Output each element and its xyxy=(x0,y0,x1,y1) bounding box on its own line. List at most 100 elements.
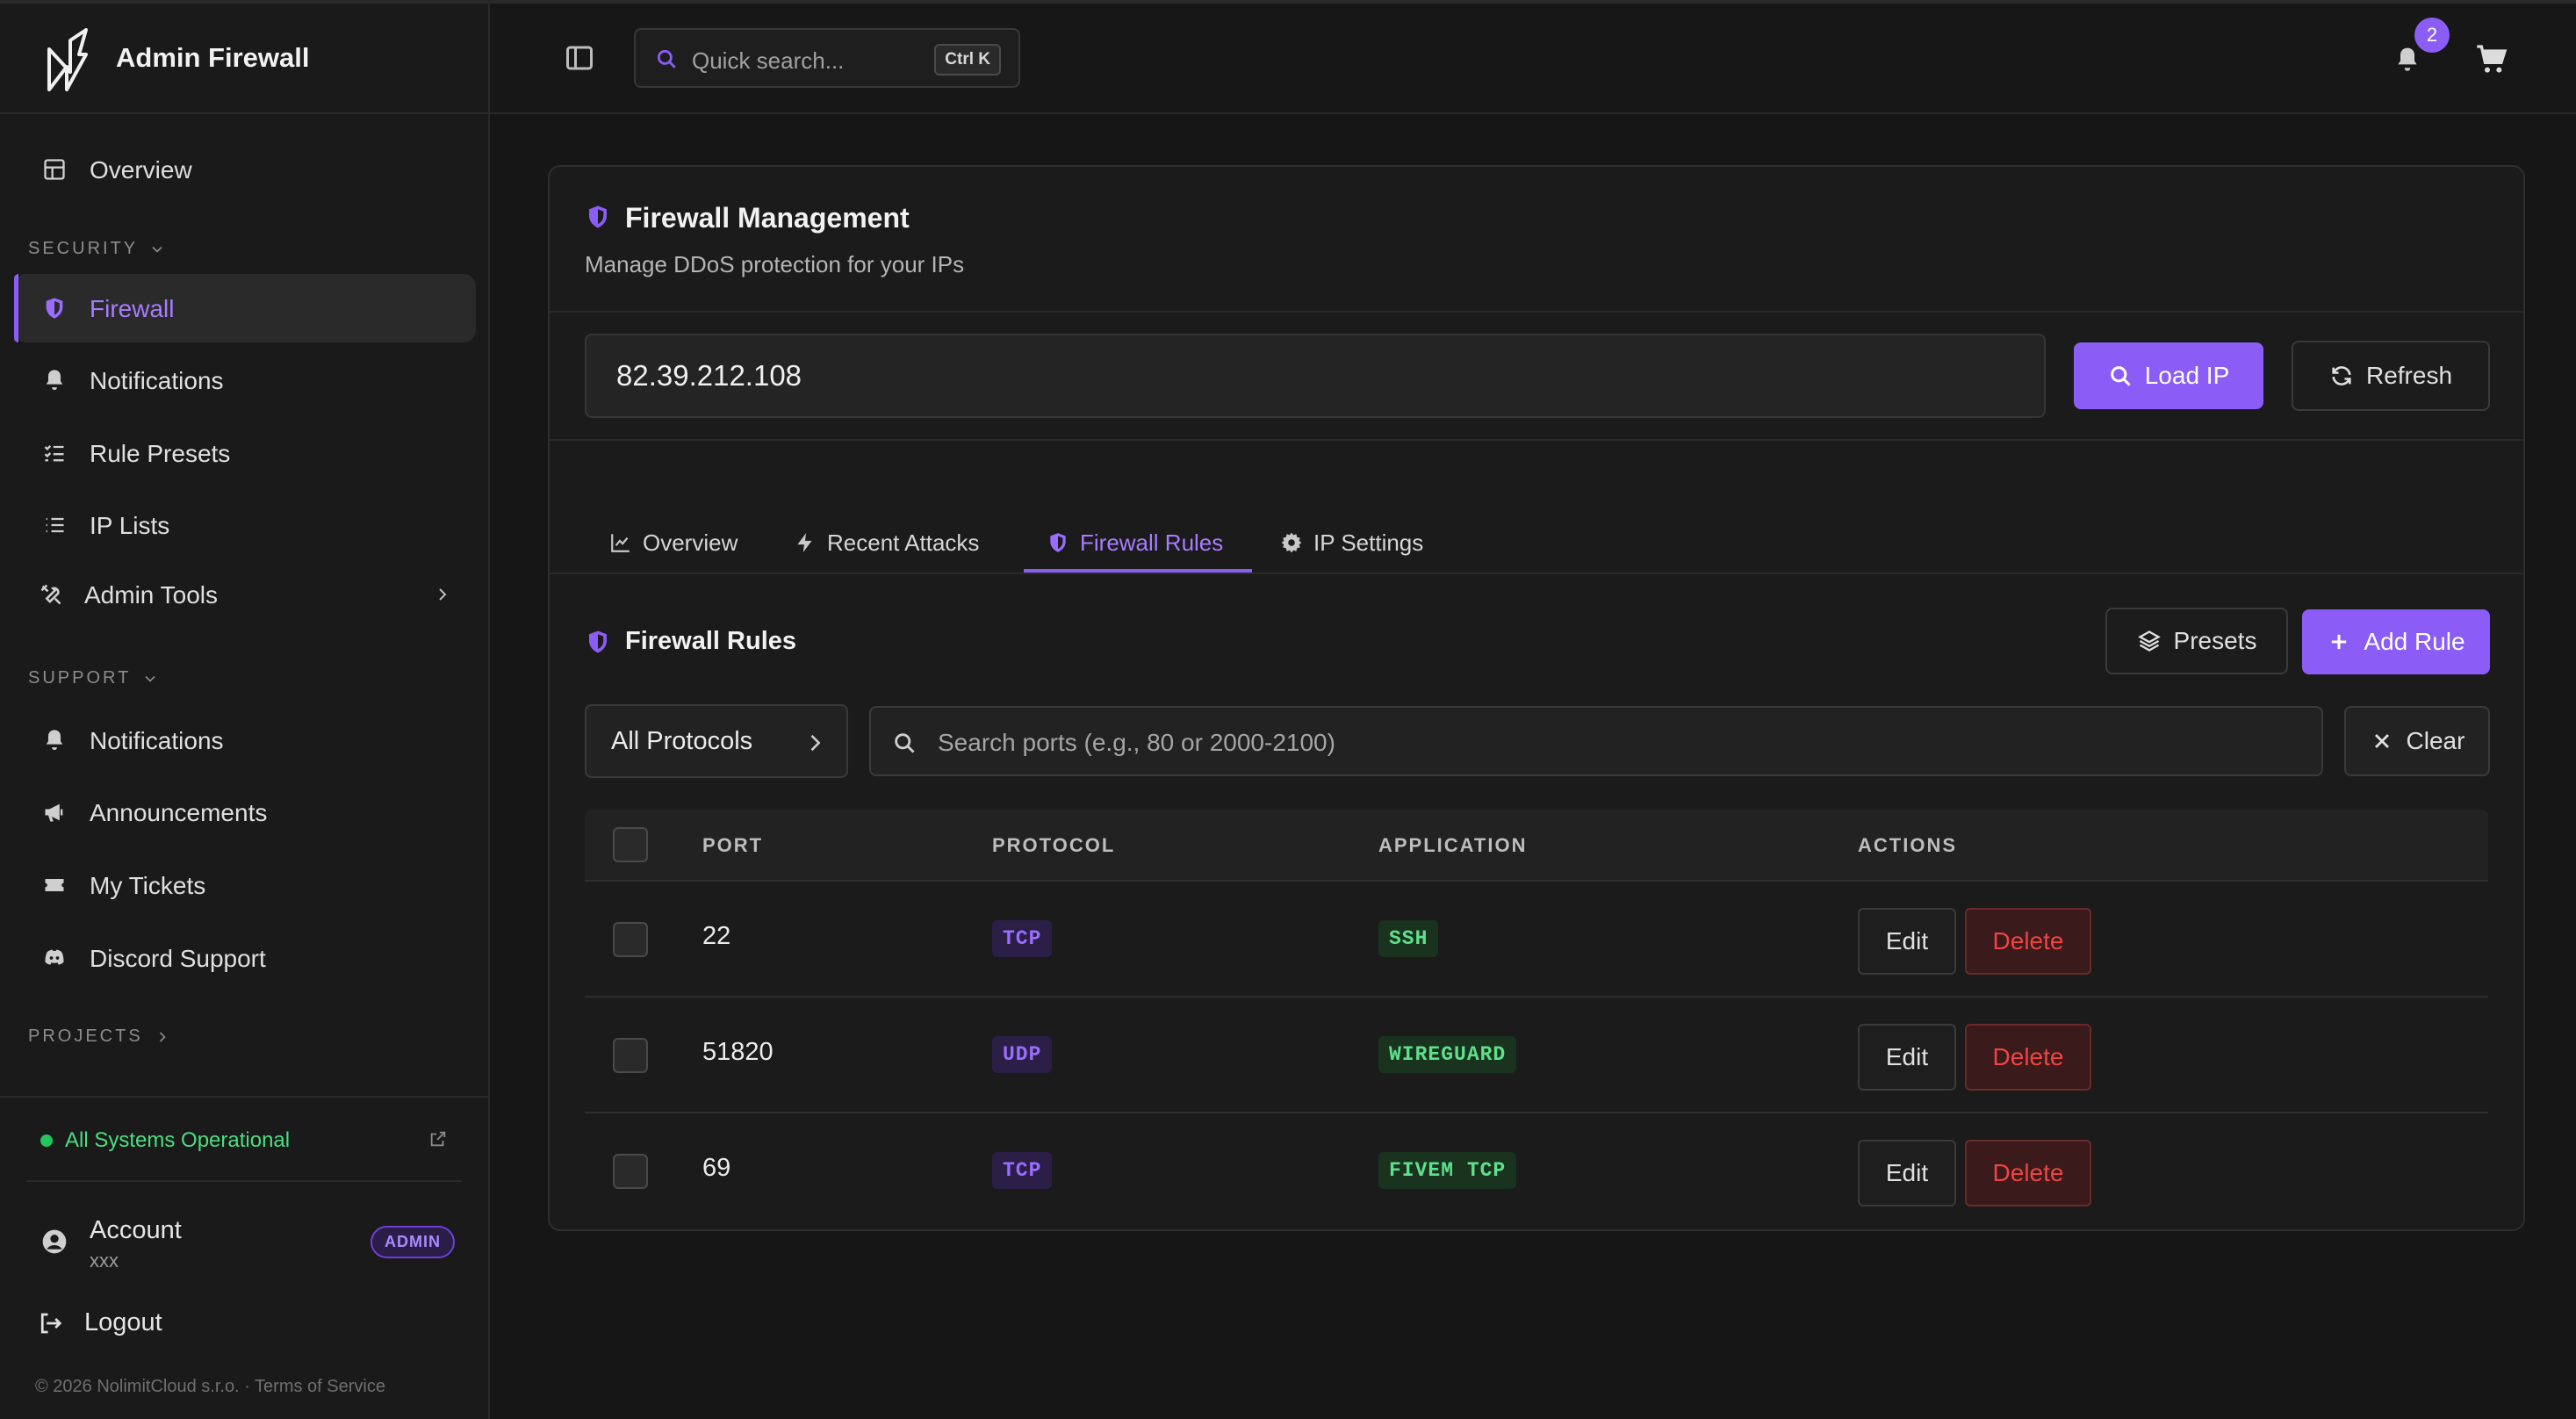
chevron-right-icon xyxy=(810,734,821,752)
quick-search-input[interactable]: Quick search... Ctrl K xyxy=(634,28,1020,88)
shield-icon xyxy=(46,298,63,319)
refresh-button[interactable]: Refresh xyxy=(2292,341,2490,411)
tab-recent-attacks[interactable]: Recent Attacks xyxy=(794,525,979,573)
tab-label: Firewall Rules xyxy=(1080,529,1224,556)
page-subtitle: Manage DDoS protection for your IPs xyxy=(585,251,965,277)
column-header-protocol: PROTOCOL xyxy=(992,834,1116,856)
chevron-down-icon xyxy=(152,246,162,253)
sidebar-item-discord-support[interactable]: Discord Support xyxy=(14,924,476,992)
list-icon xyxy=(46,517,64,533)
chevron-down-icon xyxy=(145,675,155,682)
sidebar-item-overview[interactable]: Overview xyxy=(14,135,476,204)
row-checkbox[interactable] xyxy=(613,1154,648,1189)
divider xyxy=(550,439,2523,441)
edit-button[interactable]: Edit xyxy=(1858,1024,1956,1091)
account-name[interactable]: Account xyxy=(90,1216,182,1245)
brand-header[interactable]: Admin Firewall xyxy=(0,4,488,114)
load-ip-button[interactable]: Load IP xyxy=(2074,342,2263,409)
ip-address-input[interactable] xyxy=(585,334,2046,418)
tab-label: Recent Attacks xyxy=(827,529,980,556)
tab-firewall-rules[interactable]: Firewall Rules xyxy=(1047,525,1223,573)
sidebar-toggle-icon[interactable] xyxy=(564,42,595,74)
chevron-right-icon xyxy=(159,1031,166,1042)
close-icon xyxy=(2374,734,2389,748)
section-projects[interactable]: PROJECTS xyxy=(28,1026,171,1047)
column-header-application: APPLICATION xyxy=(1378,834,1528,856)
section-security-label: SECURITY xyxy=(28,239,139,258)
shortcut-hint: Ctrl K xyxy=(934,44,1001,76)
protocol-badge: UDP xyxy=(992,1036,1053,1073)
sidebar-item-label: Announcements xyxy=(90,799,268,826)
sidebar-item-announcements[interactable]: Announcements xyxy=(14,778,476,846)
admin-badge: ADMIN xyxy=(371,1226,455,1258)
notification-count-badge: 2 xyxy=(2414,18,2450,53)
sidebar-item-support-notifications[interactable]: Notifications xyxy=(14,706,476,774)
bolt-icon xyxy=(797,533,812,552)
list-checks-icon xyxy=(44,445,64,462)
sidebar-item-ip-lists[interactable]: IP Lists xyxy=(14,491,476,559)
presets-label: Presets xyxy=(2173,627,2257,654)
delete-button[interactable]: Delete xyxy=(1965,1024,2091,1091)
system-status[interactable]: All Systems Operational xyxy=(40,1128,290,1153)
rules-section-title: Firewall Rules xyxy=(625,627,797,655)
discord-icon xyxy=(45,949,64,965)
sidebar-item-label: Discord Support xyxy=(90,945,266,972)
sidebar-item-label: My Tickets xyxy=(90,872,206,899)
tab-label: Overview xyxy=(643,529,738,556)
section-projects-label: PROJECTS xyxy=(28,1026,143,1046)
table-row: 22 TCP SSH Edit Delete xyxy=(585,882,2488,998)
delete-button[interactable]: Delete xyxy=(1965,908,2091,975)
application-badge: SSH xyxy=(1378,920,1439,957)
layers-icon xyxy=(2137,630,2161,652)
sidebar-item-firewall[interactable]: Firewall xyxy=(14,274,476,342)
clear-button[interactable]: Clear xyxy=(2344,706,2490,776)
divider xyxy=(550,573,2523,574)
page-title: Firewall Management xyxy=(625,202,910,234)
select-all-checkbox[interactable] xyxy=(613,827,648,862)
port-cell: 22 xyxy=(702,922,731,950)
cart-icon[interactable] xyxy=(2474,42,2509,77)
row-checkbox[interactable] xyxy=(613,1038,648,1073)
protocol-filter-select[interactable]: All Protocols xyxy=(585,704,848,778)
logout-icon[interactable] xyxy=(37,1310,63,1336)
column-header-actions: ACTIONS xyxy=(1858,834,1957,856)
status-dot xyxy=(40,1134,53,1147)
port-search-placeholder: Search ports (e.g., 80 or 2000-2100) xyxy=(938,729,1335,756)
delete-button[interactable]: Delete xyxy=(1965,1140,2091,1207)
logout-button[interactable]: Logout xyxy=(84,1308,162,1337)
notifications-bell-icon[interactable] xyxy=(2393,46,2421,74)
row-checkbox[interactable] xyxy=(613,922,648,957)
bell-icon xyxy=(46,370,63,391)
search-icon xyxy=(895,733,915,753)
account-username: xxx xyxy=(90,1250,119,1271)
shield-icon xyxy=(1050,533,1066,552)
sidebar-item-admin-tools[interactable]: Admin Tools xyxy=(14,560,476,629)
tab-overview[interactable]: Overview xyxy=(609,525,738,573)
rules-table-header: PORT PROTOCOL APPLICATION ACTIONS xyxy=(585,810,2488,882)
megaphone-icon xyxy=(45,803,63,822)
port-cell: 69 xyxy=(702,1154,731,1182)
port-search-input[interactable]: Search ports (e.g., 80 or 2000-2100) xyxy=(869,706,2323,776)
sidebar-item-rule-presets[interactable]: Rule Presets xyxy=(14,419,476,487)
edit-button[interactable]: Edit xyxy=(1858,1140,1956,1207)
external-link-icon[interactable] xyxy=(428,1129,448,1149)
gear-icon xyxy=(1281,532,1302,553)
edit-button[interactable]: Edit xyxy=(1858,908,1956,975)
tab-ip-settings[interactable]: IP Settings xyxy=(1280,525,1423,573)
refresh-icon xyxy=(2332,366,2351,385)
add-rule-button[interactable]: Add Rule xyxy=(2302,609,2490,674)
shield-icon xyxy=(589,205,607,228)
section-support[interactable]: SUPPORT xyxy=(28,668,159,688)
sidebar-item-label: Notifications xyxy=(90,367,224,394)
sidebar-divider xyxy=(26,1180,462,1182)
presets-button[interactable]: Presets xyxy=(2105,608,2288,674)
wrench-icon xyxy=(40,584,61,605)
sidebar-item-notifications[interactable]: Notifications xyxy=(14,346,476,414)
application-badge: FIVEM TCP xyxy=(1378,1152,1517,1189)
column-header-port: PORT xyxy=(702,834,764,856)
sidebar-item-label: Overview xyxy=(90,156,192,184)
section-security[interactable]: SECURITY xyxy=(28,239,166,259)
sidebar-item-my-tickets[interactable]: My Tickets xyxy=(14,851,476,919)
protocol-badge: TCP xyxy=(992,1152,1053,1189)
logo-icon xyxy=(47,28,88,91)
